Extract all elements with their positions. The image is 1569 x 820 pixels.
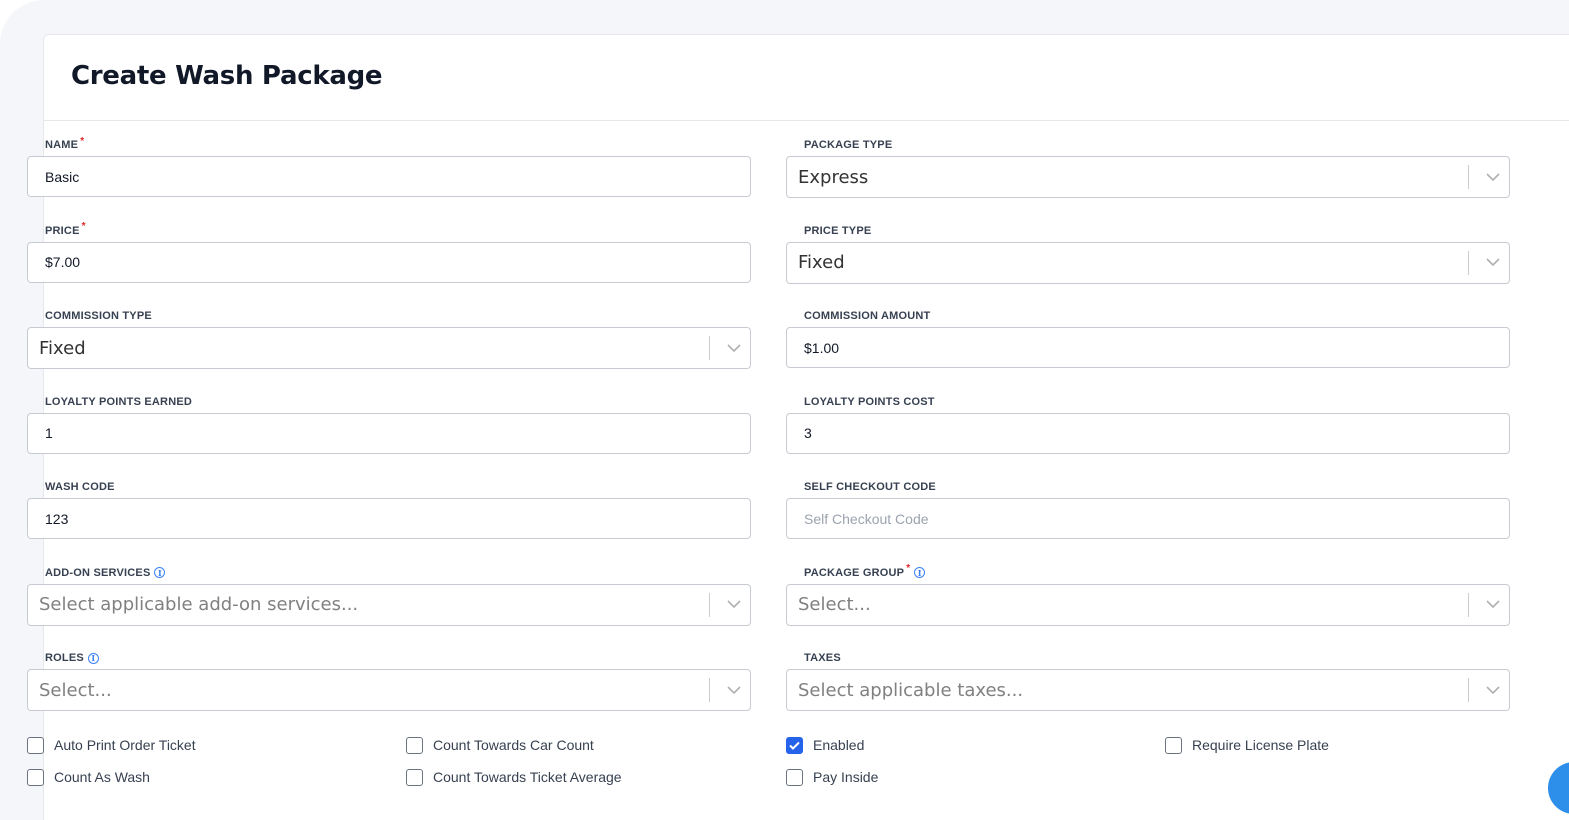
loyalty-points-earned-label: LOYALTY POINTS EARNED [45,395,193,408]
count-towards-car-count-checkbox[interactable]: Count Towards Car Count [406,736,786,754]
taxes-field-group: TAXES Select applicable taxes... [786,649,1510,735]
commission-type-label: COMMISSION TYPE [45,310,152,322]
checkbox-label: Count Towards Car Count [433,737,594,753]
roles-label: ROLES i [27,649,751,667]
loyalty-points-cost-field-group: LOYALTY POINTS COST [786,393,1510,479]
required-asterisk: * [906,563,911,574]
package-group-placeholder: Select... [798,594,871,615]
chevron-down-icon[interactable] [718,670,750,710]
checkbox-label: Auto Print Order Ticket [54,737,196,753]
count-towards-ticket-average-checkbox[interactable]: Count Towards Ticket Average [406,768,786,786]
required-asterisk: * [81,221,86,232]
checkmark-icon [789,741,800,750]
price-type-field-group: PRICE TYPE Fixed [786,222,1510,308]
info-icon[interactable]: i [914,567,926,578]
name-input[interactable] [27,156,751,197]
page-title: Create Wash Package [71,61,383,91]
chevron-down-icon[interactable] [718,328,750,368]
select-separator [1468,250,1469,275]
add-on-services-select[interactable]: Select applicable add-on services... [27,583,751,626]
checkbox-label: Require License Plate [1192,737,1329,753]
enabled-checkbox[interactable]: Enabled [786,736,1165,754]
loyalty-points-cost-label: LOYALTY POINTS COST [804,395,935,408]
checkbox-label: Count Towards Ticket Average [433,769,622,785]
package-type-label: PACKAGE TYPE [804,139,893,151]
select-separator [1468,165,1469,189]
commission-type-value: Fixed [39,337,86,359]
chevron-down-icon[interactable] [1477,585,1509,625]
self-checkout-code-label: SELF CHECKOUT CODE [804,481,936,493]
card-header: Create Wash Package [44,35,1569,121]
commission-amount-input[interactable] [786,327,1510,368]
checkbox-box[interactable] [1165,736,1182,754]
chevron-down-icon[interactable] [1477,243,1509,283]
package-group-label: PACKAGE GROUP * i [786,563,1510,582]
taxes-placeholder: Select applicable taxes... [798,679,1024,701]
commission-amount-label: COMMISSION AMOUNT [804,310,931,322]
wash-code-input[interactable] [27,498,751,539]
self-checkout-code-field-group: SELF CHECKOUT CODE [786,478,1510,564]
checkbox-row: Count As Wash Count Towards Ticket Avera… [27,761,1567,793]
price-type-select[interactable]: Fixed [786,241,1510,284]
roles-placeholder: Select... [39,679,112,701]
checkbox-box[interactable] [27,736,44,754]
self-checkout-code-input[interactable] [786,498,1510,539]
add-on-services-label: ADD-ON SERVICES i [27,564,751,582]
taxes-select[interactable]: Select applicable taxes... [786,669,1510,711]
required-asterisk: * [80,135,85,147]
form-grid: NAME* PACKAGE TYPE Express PRICE* PRICE … [27,136,1510,735]
wash-code-label: WASH CODE [45,481,115,493]
package-group-select[interactable]: Select... [786,583,1510,626]
checkbox-box[interactable] [27,768,44,786]
roles-select[interactable]: Select... [27,669,751,711]
pay-inside-checkbox[interactable]: Pay Inside [786,768,1165,786]
auto-print-order-ticket-checkbox[interactable]: Auto Print Order Ticket [27,736,406,754]
info-icon[interactable]: i [87,652,99,664]
price-field-group: PRICE * [27,221,751,308]
package-type-field-group: PACKAGE TYPE Express [786,136,1510,222]
loyalty-points-earned-field-group: LOYALTY POINTS EARNED [27,393,751,479]
select-separator [1468,678,1469,702]
wash-code-field-group: WASH CODE [27,478,751,564]
price-input[interactable] [27,241,751,283]
chevron-down-icon[interactable] [1477,670,1509,710]
taxes-label: TAXES [804,652,841,664]
checkbox-label: Count As Wash [54,769,150,785]
add-on-services-placeholder: Select applicable add-on services... [39,594,359,615]
checkbox-box[interactable] [406,736,423,754]
select-separator [1468,592,1469,617]
checkbox-box-checked[interactable] [786,736,803,754]
package-group-field-group: PACKAGE GROUP * i Select... [786,563,1510,650]
checkbox-label: Pay Inside [813,769,879,785]
price-type-label: PRICE TYPE [804,224,872,237]
roles-field-group: ROLES i Select... [27,649,751,735]
checkbox-label: Enabled [813,737,865,753]
loyalty-points-earned-input[interactable] [27,412,751,454]
select-separator [709,678,710,702]
add-on-services-field-group: ADD-ON SERVICES i Select applicable add-… [27,564,751,650]
commission-type-field-group: COMMISSION TYPE Fixed [27,307,751,393]
package-type-value: Express [798,166,869,188]
select-separator [709,592,710,617]
require-license-plate-checkbox[interactable]: Require License Plate [1165,736,1465,754]
commission-amount-field-group: COMMISSION AMOUNT [786,307,1510,393]
info-icon[interactable]: i [154,567,166,578]
chevron-down-icon[interactable] [718,585,750,625]
name-label: NAME * [45,135,85,152]
select-separator [709,336,710,360]
checkbox-box[interactable] [786,768,803,786]
price-type-value: Fixed [798,252,845,273]
checkbox-box[interactable] [406,768,423,786]
price-label: PRICE * [45,221,86,237]
chevron-down-icon[interactable] [1477,157,1509,197]
commission-type-select[interactable]: Fixed [27,327,751,369]
package-type-select[interactable]: Express [786,156,1510,198]
count-as-wash-checkbox[interactable]: Count As Wash [27,768,406,786]
loyalty-points-cost-input[interactable] [786,412,1510,454]
checkbox-row: Auto Print Order Ticket Count Towards Ca… [27,729,1567,761]
checkbox-options: Auto Print Order Ticket Count Towards Ca… [27,729,1567,793]
name-field-group: NAME * [27,136,751,222]
